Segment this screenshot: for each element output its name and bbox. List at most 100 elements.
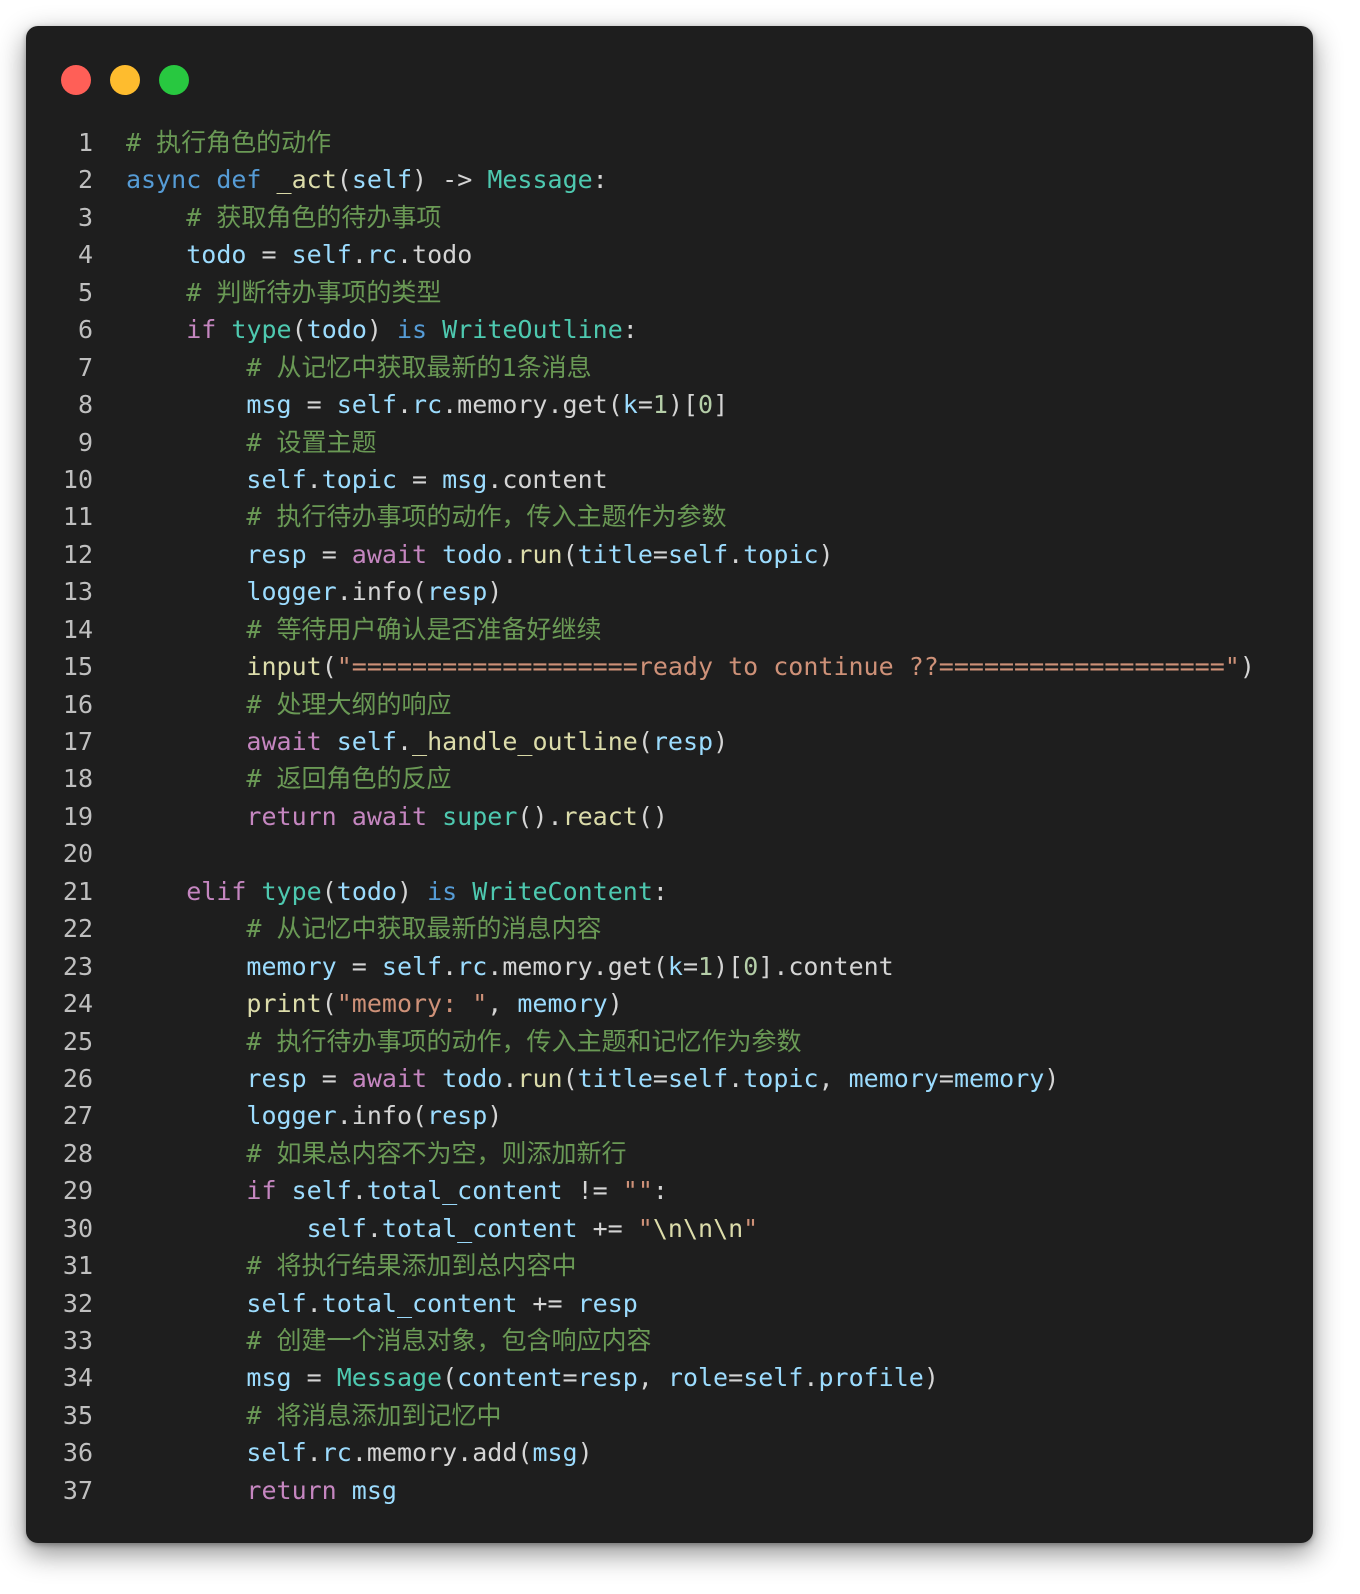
code-line: 31 # 将执行结果添加到总内容中 <box>26 1247 1313 1284</box>
code-token: rc <box>457 951 488 981</box>
close-dot-icon[interactable] <box>61 65 91 95</box>
code-token: " <box>637 1213 653 1243</box>
code-token: title <box>577 539 653 569</box>
code-token: WriteContent <box>472 876 653 906</box>
code-token: memory <box>848 1063 939 1093</box>
code-token: msg <box>246 1363 292 1393</box>
code-token: print <box>246 989 322 1019</box>
code-token: . <box>306 1438 322 1468</box>
line-number: 22 <box>62 914 93 944</box>
code-token: run <box>517 539 563 569</box>
code-token: total_content <box>366 1176 563 1206</box>
code-token: .memory.get( <box>487 951 668 981</box>
code-line: 25 # 执行待办事项的动作，传入主题和记忆作为参数 <box>26 1023 1313 1060</box>
line-code: # 将执行结果添加到总内容中 <box>126 1247 577 1284</box>
line-code: self.total_content += resp <box>126 1285 637 1322</box>
code-token: await <box>351 801 428 831</box>
code-token: # 将消息添加到记忆中 <box>246 1400 502 1430</box>
code-token: ) <box>397 876 428 906</box>
code-line: 29 if self.total_content != "": <box>26 1172 1313 1209</box>
line-code: todo = self.rc.todo <box>126 236 472 273</box>
line-number: 14 <box>62 614 93 644</box>
code-token: def <box>216 165 262 195</box>
minimize-dot-icon[interactable] <box>110 65 140 95</box>
code-token: = <box>728 1363 744 1393</box>
code-token: todo <box>306 315 367 345</box>
code-token: # 将执行结果添加到总内容中 <box>246 1251 577 1281</box>
code-token: . <box>366 1213 382 1243</box>
line-code: # 将消息添加到记忆中 <box>126 1397 502 1434</box>
code-token: self <box>743 1363 804 1393</box>
code-token: . <box>306 464 322 494</box>
code-token: Message <box>487 165 593 195</box>
line-number: 31 <box>62 1251 93 1281</box>
code-token: topic <box>743 1063 819 1093</box>
line-number: 1 <box>77 128 93 157</box>
code-token: . <box>396 390 413 420</box>
code-line: 28 # 如果总内容不为空，则添加新行 <box>26 1135 1313 1172</box>
code-token: self <box>246 1288 307 1318</box>
line-code: elif type(todo) is WriteContent: <box>126 873 668 910</box>
code-line: 13 logger.info(resp) <box>26 573 1313 610</box>
code-token: # 如果总内容不为空，则添加新行 <box>246 1138 627 1168</box>
code-token: ( <box>321 876 337 906</box>
code-token: ( <box>291 315 307 345</box>
code-token: = <box>652 1063 668 1093</box>
line-code: self.rc.memory.add(msg) <box>126 1434 592 1471</box>
code-line: 1 # 执行角色的动作 <box>26 124 1313 161</box>
line-code: print("memory: ", memory) <box>126 985 622 1022</box>
line-number: 30 <box>62 1213 93 1243</box>
code-token: # 从记忆中获取最新的消息内容 <box>246 914 602 944</box>
code-token: . <box>351 1176 367 1206</box>
code-token: 1 <box>698 951 714 981</box>
code-token: return <box>246 801 337 831</box>
line-code: self.topic = msg.content <box>126 461 607 498</box>
code-token: resp <box>246 1063 307 1093</box>
code-token: += <box>577 1213 638 1243</box>
code-token: resp <box>577 1363 638 1393</box>
code-token: 0 <box>743 951 759 981</box>
code-token: memory <box>953 1063 1045 1093</box>
code-token: ) <box>1044 1063 1060 1093</box>
code-token: run <box>517 1063 563 1093</box>
line-number: 9 <box>77 427 93 457</box>
line-number: 23 <box>62 951 93 981</box>
line-number: 11 <box>62 502 93 532</box>
line-number: 13 <box>62 577 93 607</box>
code-token: self <box>291 240 352 270</box>
code-token: " <box>743 1213 759 1243</box>
code-token: resp <box>427 1101 488 1131</box>
code-token: += <box>517 1288 578 1318</box>
code-token: = <box>682 951 699 981</box>
code-line: 34 msg = Message(content=resp, role=self… <box>26 1359 1313 1396</box>
code-token: . <box>502 1063 518 1093</box>
code-token: ( <box>321 652 337 682</box>
line-code: memory = self.rc.memory.get(k=1)[0].cont… <box>126 948 893 985</box>
line-code: if self.total_content != "": <box>126 1172 668 1209</box>
code-token: logger <box>246 577 337 607</box>
code-token: todo <box>442 539 503 569</box>
maximize-dot-icon[interactable] <box>159 65 189 95</box>
code-token: "" <box>622 1176 653 1206</box>
code-token: total_content <box>321 1288 518 1318</box>
line-code: # 等待用户确认是否准备好继续 <box>126 611 601 648</box>
code-token: WriteOutline <box>442 315 623 345</box>
line-number: 26 <box>62 1063 93 1093</box>
code-line: 10 self.topic = msg.content <box>26 461 1313 498</box>
code-line: 30 self.total_content += "\n\n\n" <box>26 1210 1313 1247</box>
line-code: # 如果总内容不为空，则添加新行 <box>126 1135 627 1172</box>
code-token: msg <box>246 390 292 420</box>
code-token: : <box>652 1176 668 1206</box>
